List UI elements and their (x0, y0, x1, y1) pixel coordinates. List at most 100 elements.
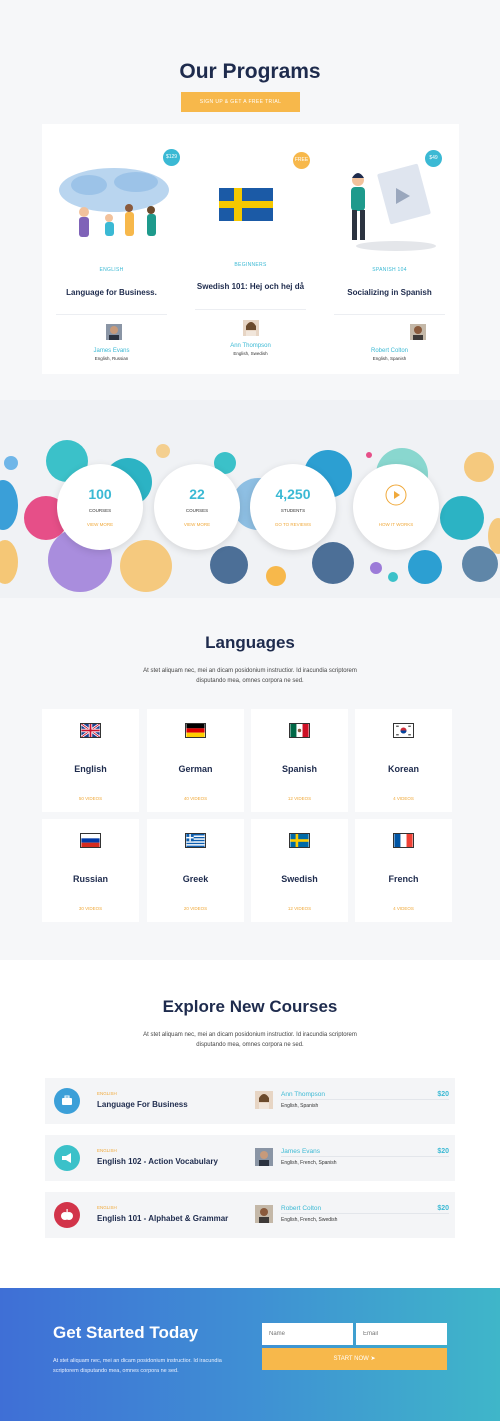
videos-link[interactable]: 12 VIDEOS (251, 906, 348, 911)
program-card[interactable]: FREE BEGINNERS Swedish 101: Hej och hej … (181, 124, 320, 374)
videos-link[interactable]: 30 VIDEOS (42, 906, 139, 911)
stat-courses: 22 COURSES VIEW MORE (154, 464, 240, 550)
course-languages: English, Spanish (281, 1103, 319, 1109)
germany-flag-icon (185, 723, 206, 738)
languages-title: Languages (205, 633, 295, 652)
course-title: English 101 - Alphabet & Grammar (97, 1214, 229, 1223)
course-languages: English, French, Spanish (281, 1160, 337, 1166)
mexico-flag-icon (289, 723, 310, 738)
france-flag-icon (393, 833, 414, 848)
program-teacher[interactable]: Ann Thompson (181, 343, 320, 349)
how-it-works-link[interactable]: HOW IT WORKS (353, 522, 439, 527)
teacher-avatar (243, 320, 259, 336)
videos-link[interactable]: 50 VIDEOS (42, 796, 139, 801)
course-title: English 102 - Action Vocabulary (97, 1157, 218, 1166)
stat-students: 4,250 STUDENTS GO TO REVIEWS (250, 464, 336, 550)
language-card-spanish[interactable]: Spanish 12 VIDEOS (251, 709, 348, 812)
stat-label: COURSES (185, 508, 209, 513)
program-teacher[interactable]: Robert Colton (320, 348, 459, 354)
greece-flag-icon (185, 833, 206, 848)
program-languages: English, Spanish (372, 356, 407, 361)
stat-number: 4,250 (275, 486, 311, 502)
course-price: $20 (437, 1148, 449, 1155)
program-card[interactable]: $49 SPANISH 104 Socializing in Spanish R… (320, 124, 459, 374)
teacher-avatar (255, 1205, 273, 1223)
course-row[interactable]: ENGLISH English 102 - Action Vocabulary … (45, 1135, 455, 1181)
get-started-title: Get Started Today (53, 1323, 199, 1342)
program-languages: English, Swedish (233, 351, 268, 356)
stat-number: 22 (189, 486, 205, 502)
name-input[interactable] (262, 1323, 353, 1345)
course-teacher[interactable]: James Evans (281, 1148, 320, 1155)
stat-label: STUDENTS (280, 508, 306, 513)
refresh-bubble (210, 546, 248, 584)
videos-link[interactable]: 4 VIDEOS (355, 906, 452, 911)
course-row[interactable]: ENGLISH Language For Business Ann Thomps… (45, 1078, 455, 1124)
languages-description: At stet aliquam nec, mei an dicam posido… (143, 668, 357, 684)
languages-section: Languages At stet aliquam nec, mei an di… (0, 598, 500, 960)
decorative-bubble (388, 572, 398, 582)
teacher-avatar (255, 1148, 273, 1166)
email-input[interactable] (356, 1323, 447, 1345)
divider (195, 309, 306, 310)
program-level: BEGINNERS (234, 262, 267, 268)
free-trial-button[interactable]: SIGN UP & GET A FREE TRIAL (181, 92, 300, 112)
language-card-german[interactable]: German 40 VIDEOS (147, 709, 244, 812)
course-teacher[interactable]: Robert Colton (281, 1205, 321, 1212)
stat-number: 100 (88, 486, 112, 502)
divider (56, 314, 167, 315)
language-card-korean[interactable]: Korean 4 VIDEOS (355, 709, 452, 812)
programs-title: Our Programs (179, 60, 321, 83)
korea-flag-icon (393, 723, 414, 738)
language-name: Spanish (281, 764, 317, 774)
language-card-greek[interactable]: Greek 20 VIDEOS (147, 819, 244, 922)
program-title: Socializing in Spanish (347, 288, 432, 297)
videos-link[interactable]: 40 VIDEOS (147, 796, 244, 801)
video-lesson-illustration (351, 163, 436, 251)
teacher-avatar (106, 324, 122, 340)
decorative-bubble (370, 562, 382, 574)
stats-section: 100 COURSES VIEW MORE 22 COURSES VIEW MO… (0, 400, 500, 598)
language-card-french[interactable]: French 4 VIDEOS (355, 819, 452, 922)
apple-icon (54, 1202, 80, 1228)
course-price: $20 (437, 1205, 449, 1212)
program-teacher[interactable]: James Evans (42, 348, 181, 354)
divider (334, 314, 445, 315)
decorative-bubble (4, 456, 18, 470)
price-badge: FREE (293, 152, 310, 169)
language-card-swedish[interactable]: Swedish 12 VIDEOS (251, 819, 348, 922)
courses-title: Explore New Courses (162, 997, 338, 1016)
program-languages: English, Russian (94, 356, 129, 361)
videos-link[interactable]: 4 VIDEOS (355, 796, 452, 801)
course-teacher[interactable]: Ann Thompson (281, 1091, 325, 1098)
videos-link[interactable]: 12 VIDEOS (251, 796, 348, 801)
decorative-bubble (156, 444, 170, 458)
videos-link[interactable]: 20 VIDEOS (147, 906, 244, 911)
start-now-button[interactable]: START NOW ➤ (262, 1348, 447, 1370)
course-level: ENGLISH (97, 1148, 117, 1153)
view-more-link[interactable]: VIEW MORE (57, 522, 143, 527)
divider (281, 1099, 449, 1100)
briefcase-icon (54, 1088, 80, 1114)
lock-bubble (120, 540, 172, 592)
view-more-link[interactable]: VIEW MORE (154, 522, 240, 527)
hashtag-bubble (440, 496, 484, 540)
programs-panel: $129 ENGLISH Language for Business. Jame… (42, 124, 459, 374)
decorative-bubble (0, 480, 18, 530)
program-card[interactable]: $129 ENGLISH Language for Business. Jame… (42, 124, 181, 374)
world-map-illustration (59, 168, 169, 237)
teacher-avatar (255, 1091, 273, 1109)
language-card-russian[interactable]: Russian 30 VIDEOS (42, 819, 139, 922)
get-started-description: At stet aliquam nec, mei an dicam posido… (53, 1358, 222, 1374)
go-to-reviews-link[interactable]: GO TO REVIEWS (250, 522, 336, 527)
stat-label: COURSES (88, 508, 112, 513)
play-icon[interactable] (385, 484, 407, 506)
language-card-english[interactable]: English 50 VIDEOS (42, 709, 139, 812)
send-icon: ➤ (370, 1356, 376, 1362)
course-level: ENGLISH (97, 1205, 117, 1210)
programs-section: Our Programs SIGN UP & GET A FREE TRIAL … (0, 0, 500, 400)
megaphone-icon (54, 1145, 80, 1171)
course-row[interactable]: ENGLISH English 101 - Alphabet & Grammar… (45, 1192, 455, 1238)
language-name: Korean (387, 764, 419, 774)
stat-courses: 100 COURSES VIEW MORE (57, 464, 143, 550)
